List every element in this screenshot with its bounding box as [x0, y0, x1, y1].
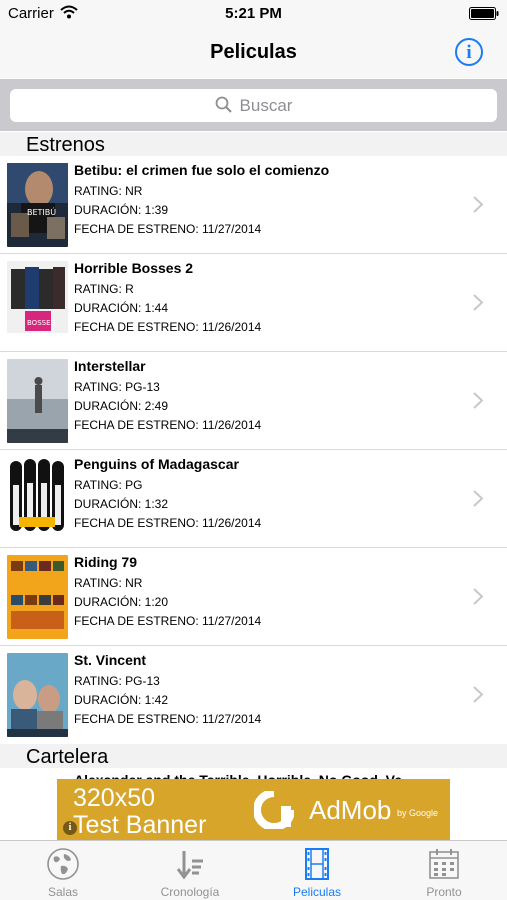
movie-row-penguins-of-madagascar[interactable]: Penguins of Madagascar RATING: PG DURACI… [0, 450, 507, 548]
ad-text-label: Test Banner [73, 811, 207, 839]
svg-text:BETIBÚ: BETIBÚ [27, 206, 56, 217]
tab-label: Cronología [160, 885, 220, 899]
movie-title: St. Vincent [74, 652, 147, 668]
movie-duration: DURACIÓN: 1:42 [74, 693, 169, 707]
search-input[interactable]: Buscar [10, 89, 497, 122]
movie-release-date: FECHA DE ESTRENO: 11/26/2014 [74, 418, 262, 432]
movie-duration: DURACIÓN: 1:20 [74, 595, 169, 609]
chevron-right-icon [473, 196, 483, 213]
tab-peliculas[interactable]: Peliculas [254, 841, 380, 900]
tab-pronto[interactable]: Pronto [381, 841, 507, 900]
movie-rating: RATING: NR [74, 576, 143, 590]
chevron-right-icon [473, 294, 483, 311]
poster-thumbnail [7, 555, 68, 639]
poster-thumbnail: BOSSES [7, 261, 68, 345]
globe-icon [47, 848, 79, 880]
chevron-right-icon [473, 686, 483, 703]
info-button[interactable]: i [455, 38, 483, 66]
chevron-right-icon [473, 392, 483, 409]
movie-duration: DURACIÓN: 1:39 [74, 203, 169, 217]
movie-duration: DURACIÓN: 1:32 [74, 497, 169, 511]
poster-thumbnail [7, 653, 68, 737]
page-title: Peliculas [210, 41, 297, 63]
movie-rating: RATING: PG-13 [74, 380, 160, 394]
tab-bar: Salas Cronología Peliculas Pronto [0, 840, 507, 900]
movie-release-date: FECHA DE ESTRENO: 11/27/2014 [74, 222, 262, 236]
status-time: 5:21 PM [225, 5, 282, 22]
section-title: Cartelera [26, 746, 109, 768]
tab-cronologia[interactable]: Cronología [127, 841, 253, 900]
tab-label: Pronto [426, 885, 462, 899]
battery-icon [469, 7, 499, 20]
search-bar: Buscar [0, 79, 507, 131]
movie-title: Horrible Bosses 2 [74, 260, 194, 276]
admob-logo-icon [254, 791, 294, 829]
movie-row-horrible-bosses-2[interactable]: BOSSES Horrible Bosses 2 RATING: R DURAC… [0, 254, 507, 352]
info-icon: i [466, 42, 472, 63]
movie-release-date: FECHA DE ESTRENO: 11/26/2014 [74, 320, 262, 334]
ad-by-line: by Google [397, 808, 439, 818]
film-icon [305, 848, 329, 880]
movie-row-riding-79[interactable]: Riding 79 RATING: NR DURACIÓN: 1:20 FECH… [0, 548, 507, 646]
tab-label: Peliculas [292, 885, 342, 899]
movie-duration: DURACIÓN: 1:44 [74, 301, 169, 315]
movie-title: Interstellar [74, 358, 146, 374]
tab-salas[interactable]: Salas [0, 841, 126, 900]
section-header-estrenos: Estrenos [0, 132, 507, 156]
section-title: Estrenos [26, 134, 105, 156]
calendar-icon [429, 849, 459, 879]
ad-info-icon[interactable]: i [63, 821, 77, 835]
svg-text:BOSSES: BOSSES [27, 319, 55, 327]
movie-rating: RATING: R [74, 282, 134, 296]
status-bar: Carrier 5:21 PM [0, 0, 507, 28]
movie-release-date: FECHA DE ESTRENO: 11/27/2014 [74, 614, 262, 628]
movie-title: Riding 79 [74, 554, 138, 570]
tab-label: Salas [47, 885, 79, 899]
movie-release-date: FECHA DE ESTRENO: 11/26/2014 [74, 516, 262, 530]
movie-title: Penguins of Madagascar [74, 456, 239, 472]
ad-banner[interactable]: 320x50 Test Banner AdMob by Google i [57, 779, 450, 840]
movie-row-betibu[interactable]: BETIBÚ Betibu: el crimen fue solo el com… [0, 156, 507, 254]
section-header-cartelera: Cartelera [0, 744, 507, 768]
chevron-right-icon [473, 588, 483, 605]
chevron-right-icon [473, 490, 483, 507]
ad-brand: AdMob [309, 795, 392, 825]
sort-icon [176, 851, 203, 880]
poster-thumbnail [7, 359, 68, 443]
poster-thumbnail [7, 457, 68, 541]
ad-text-size: 320x50 [73, 784, 156, 812]
movie-rating: RATING: PG-13 [74, 674, 160, 688]
movie-rating: RATING: PG [74, 478, 143, 492]
movie-title: Betibu: el crimen fue solo el comienzo [74, 162, 330, 178]
movie-rating: RATING: NR [74, 184, 143, 198]
movie-row-st-vincent[interactable]: St. Vincent RATING: PG-13 DURACIÓN: 1:42… [0, 646, 507, 744]
search-placeholder: Buscar [239, 96, 293, 115]
poster-thumbnail: BETIBÚ [7, 163, 68, 247]
movie-row-interstellar[interactable]: Interstellar RATING: PG-13 DURACIÓN: 2:4… [0, 352, 507, 450]
search-icon [215, 96, 232, 113]
movie-release-date: FECHA DE ESTRENO: 11/27/2014 [74, 712, 262, 726]
movie-duration: DURACIÓN: 2:49 [74, 399, 169, 413]
nav-bar: Peliculas i [0, 28, 507, 78]
